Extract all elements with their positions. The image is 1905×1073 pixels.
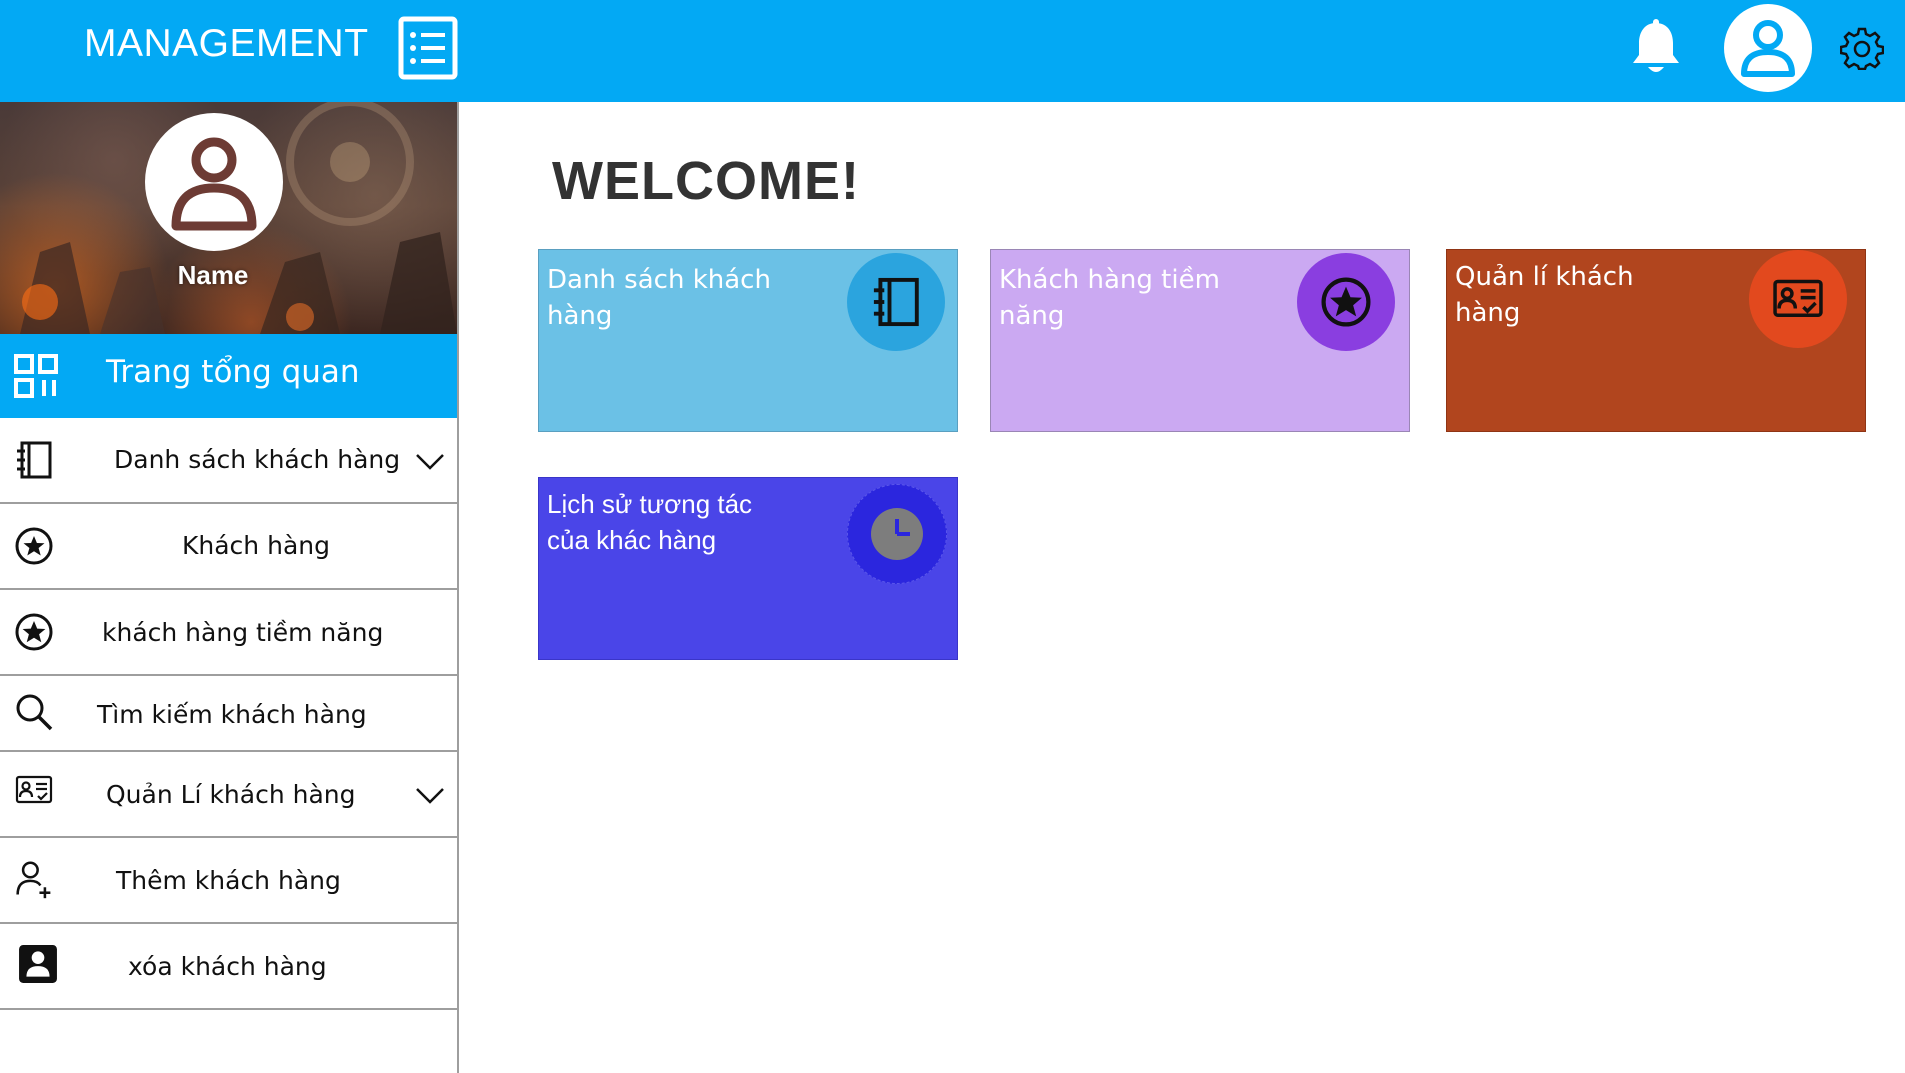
app-brand: MANAGEMENT	[84, 22, 369, 65]
card-title: Danh sách khách hàng	[547, 265, 771, 331]
user-icon	[1741, 20, 1795, 77]
sidebar-item-label: Khách hàng	[182, 531, 330, 560]
star-circle-icon	[15, 613, 53, 651]
id-card-icon	[1773, 279, 1823, 317]
sidebar-item-delete-customer[interactable]: xóa khách hàng	[0, 924, 457, 1010]
sidebar-item-overview[interactable]: Trang tổng quan	[0, 334, 457, 418]
star-circle-icon	[15, 527, 53, 565]
sidebar-item-label: Trang tổng quan	[106, 354, 360, 390]
card-title: Khách hàng tiềm năng	[999, 265, 1220, 331]
sidebar-item-label: Thêm khách hàng	[116, 866, 341, 895]
notebook-icon	[873, 277, 919, 327]
list-icon	[398, 16, 458, 80]
clock-icon	[871, 508, 923, 560]
sidebar-item-label: Quản Lí khách hàng	[106, 780, 356, 809]
card-badge	[1749, 250, 1847, 348]
card-potential-customers[interactable]: Khách hàng tiềm năng	[990, 249, 1410, 432]
page-title: WELCOME!	[552, 151, 860, 211]
card-badge	[1297, 253, 1395, 351]
sidebar-item-add-customer[interactable]: Thêm khách hàng	[0, 838, 457, 924]
card-manage-customers[interactable]: Quản lí khách hàng	[1446, 249, 1866, 432]
grid-icon	[14, 354, 58, 398]
chevron-down-icon[interactable]	[415, 452, 445, 472]
settings-button[interactable]	[1839, 26, 1885, 71]
sidebar-item-search-customers[interactable]: Tìm kiếm khách hàng	[0, 676, 457, 752]
menu-toggle-button[interactable]	[398, 16, 458, 80]
sidebar-item-label: xóa khách hàng	[128, 952, 327, 981]
bell-icon	[1633, 19, 1679, 72]
top-bar: MANAGEMENT	[0, 0, 1905, 102]
sidebar-item-label: Danh sách khách hàng	[114, 445, 401, 474]
profile-avatar[interactable]	[145, 113, 283, 251]
sidebar-item-customers[interactable]: Khách hàng	[0, 504, 457, 590]
sidebar: Name Trang tổng quan Danh sách khách hàn…	[0, 102, 459, 1073]
notebook-icon	[17, 441, 52, 479]
user-profile-button[interactable]	[1724, 4, 1812, 92]
contact-icon	[19, 945, 57, 983]
id-card-icon	[15, 775, 53, 804]
sidebar-item-label: Tìm kiếm khách hàng	[97, 700, 367, 729]
card-interaction-history[interactable]: Lịch sử tương tác của khác hàng	[538, 477, 958, 660]
card-badge	[847, 484, 947, 584]
gear-icon	[1839, 27, 1885, 71]
card-customer-list[interactable]: Danh sách khách hàng	[538, 249, 958, 432]
profile-name: Name	[177, 260, 249, 290]
star-circle-icon	[1321, 277, 1371, 327]
sidebar-item-customer-list[interactable]: Danh sách khách hàng	[0, 418, 457, 504]
user-icon	[171, 137, 257, 231]
card-title: Lịch sử tương tác của khác hàng	[547, 489, 753, 555]
add-user-icon	[16, 861, 51, 899]
notifications-button[interactable]	[1630, 19, 1682, 77]
card-badge	[847, 253, 945, 351]
chevron-down-icon[interactable]	[415, 786, 445, 806]
sidebar-item-potential-customers[interactable]: khách hàng tiềm năng	[0, 590, 457, 676]
sidebar-item-manage-customers[interactable]: Quản Lí khách hàng	[0, 752, 457, 838]
search-icon	[16, 694, 53, 731]
profile-banner: Name	[0, 102, 457, 334]
card-title: Quản lí khách hàng	[1455, 262, 1634, 328]
sidebar-item-label: khách hàng tiềm năng	[102, 618, 384, 647]
